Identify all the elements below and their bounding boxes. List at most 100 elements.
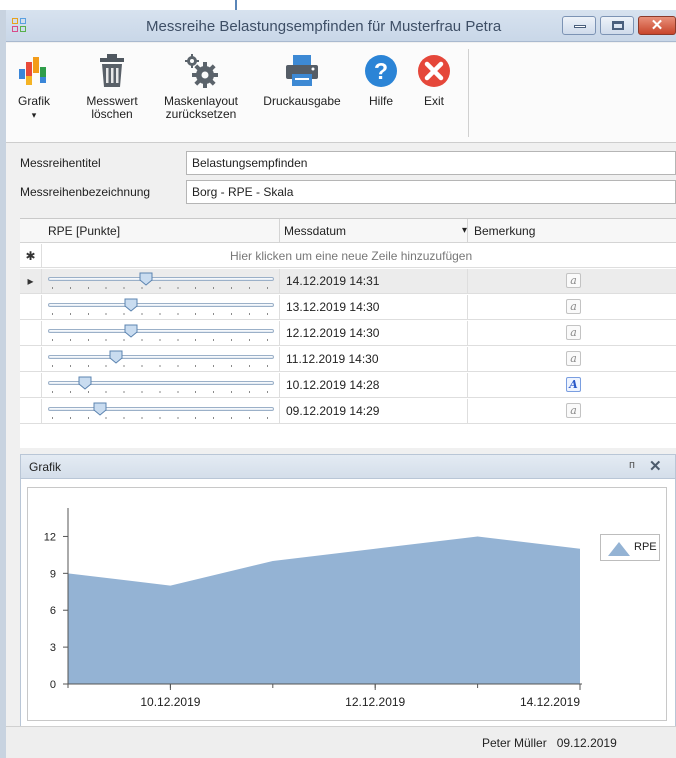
- rpe-slider[interactable]: [48, 298, 274, 317]
- x-tick-label: 12.12.2019: [345, 695, 405, 709]
- chart-panel-header: Grafik ᴨ ✕: [21, 455, 675, 479]
- note-icon[interactable]: a: [566, 273, 581, 288]
- minimize-button[interactable]: [562, 16, 596, 35]
- slider-ticks: [52, 391, 270, 393]
- column-divider: [279, 347, 280, 371]
- rpe-slider[interactable]: [48, 402, 274, 421]
- row-indicator: ▸: [20, 269, 42, 293]
- x-tick-label: 10.12.2019: [140, 695, 200, 709]
- rpe-slider[interactable]: [48, 272, 274, 291]
- exit-button[interactable]: Exit: [416, 53, 452, 108]
- column-divider: [279, 321, 280, 345]
- name-input[interactable]: Borg - RPE - Skala: [186, 180, 676, 204]
- title-input[interactable]: Belastungsempfinden: [186, 151, 676, 175]
- column-divider: [467, 321, 468, 345]
- title-label: Messreihentitel: [20, 156, 101, 170]
- column-rpe-header[interactable]: RPE [Punkte]: [48, 224, 120, 238]
- desktop-background: [0, 0, 676, 10]
- column-divider: [467, 219, 468, 243]
- column-note-header[interactable]: Bemerkung: [474, 224, 535, 238]
- help-icon: ?: [363, 53, 399, 89]
- slider-thumb[interactable]: [78, 376, 92, 390]
- y-tick-label: 0: [50, 679, 56, 691]
- measurement-date: 10.12.2019 14:28: [286, 378, 380, 392]
- slider-ticks: [52, 287, 270, 289]
- new-row[interactable]: ✱ Hier klicken um eine neue Zeile hinzuz…: [20, 244, 676, 268]
- maximize-button[interactable]: [600, 16, 634, 35]
- grafik-button[interactable]: Grafik ▾: [12, 53, 56, 122]
- printer-icon: [284, 53, 320, 89]
- bar-chart-icon: [16, 53, 52, 89]
- y-tick-label: 6: [50, 605, 56, 617]
- title-bar[interactable]: Messreihe Belastungsempfinden für Muster…: [6, 10, 676, 42]
- maximize-icon: [612, 21, 624, 30]
- reset-label-line2: zurücksetzen: [165, 107, 237, 121]
- name-field-row: Messreihenbezeichnung Borg - RPE - Skala: [20, 179, 676, 208]
- column-divider: [467, 295, 468, 319]
- help-label: Hilfe: [368, 94, 393, 108]
- exit-label: Exit: [423, 94, 444, 108]
- slider-track: [48, 355, 274, 359]
- column-divider: [279, 269, 280, 293]
- rpe-slider[interactable]: [48, 376, 274, 395]
- legend-triangle-icon: [608, 542, 630, 556]
- delete-measurement-button[interactable]: Messwert löschen: [78, 53, 146, 121]
- row-indicator: [20, 399, 42, 423]
- slider-ticks: [52, 339, 270, 341]
- slider-thumb[interactable]: [124, 298, 138, 312]
- column-divider: [279, 219, 280, 243]
- app-window: Messreihe Belastungsempfinden für Muster…: [0, 10, 676, 758]
- row-indicator: [20, 295, 42, 319]
- chart-panel: Grafik ᴨ ✕ 0 3 6 9 12 10.12.2019 12.12.2019 14.…: [20, 454, 676, 728]
- note-icon[interactable]: A: [566, 377, 581, 392]
- column-date-header[interactable]: Messdatum: [284, 224, 346, 238]
- table-row[interactable]: 12.12.2019 14:30 a: [20, 321, 676, 346]
- close-button[interactable]: ✕: [638, 16, 676, 35]
- x-tick-label: 14.12.2019: [520, 695, 580, 709]
- note-icon[interactable]: a: [566, 403, 581, 418]
- table-row[interactable]: 10.12.2019 14:28 A: [20, 373, 676, 398]
- panel-close-icon[interactable]: ✕: [649, 457, 662, 475]
- measurement-date: 11.12.2019 14:30: [286, 352, 379, 366]
- note-icon[interactable]: a: [566, 351, 581, 366]
- chevron-down-icon: ▾: [31, 110, 37, 120]
- chart-panel-title: Grafik: [29, 460, 62, 474]
- rpe-slider[interactable]: [48, 350, 274, 369]
- chart-area: 0 3 6 9 12 10.12.2019 12.12.2019 14.12.2019 RPE: [27, 487, 667, 721]
- ribbon-toolbar: Grafik ▾ Messwert löschen Maskenlayout z…: [6, 43, 676, 143]
- slider-thumb[interactable]: [139, 272, 153, 286]
- trash-icon: [94, 53, 130, 89]
- delete-label-line2: löschen: [91, 107, 133, 121]
- app-icon: [12, 18, 26, 32]
- column-divider: [279, 373, 280, 397]
- window-title: Messreihe Belastungsempfinden für Muster…: [146, 18, 502, 35]
- table-row[interactable]: ▸ 14.12.2019 14:31 a: [20, 269, 676, 294]
- series-fields: Messreihentitel Belastungsempfinden Mess…: [20, 150, 676, 208]
- status-date: 09.12.2019: [556, 736, 617, 750]
- pin-icon[interactable]: ᴨ: [629, 459, 635, 471]
- note-icon[interactable]: a: [566, 299, 581, 314]
- chart-legend: RPE: [600, 534, 660, 561]
- status-user: Peter Müller: [482, 736, 547, 750]
- table-row[interactable]: 09.12.2019 14:29 a: [20, 399, 676, 424]
- measurement-date: 12.12.2019 14:30: [286, 326, 380, 340]
- slider-ticks: [52, 313, 270, 315]
- new-row-icon: ✱: [20, 244, 42, 267]
- column-divider: [467, 373, 468, 397]
- minimize-icon: [574, 25, 586, 28]
- table-row[interactable]: 13.12.2019 14:30 a: [20, 295, 676, 320]
- measurement-grid: RPE [Punkte] Messdatum ▾ Bemerkung ✱ Hie…: [20, 218, 676, 448]
- slider-track: [48, 407, 274, 411]
- reset-layout-button[interactable]: Maskenlayout zurücksetzen: [158, 53, 244, 121]
- help-button[interactable]: ? Hilfe: [362, 53, 400, 108]
- slider-thumb[interactable]: [124, 324, 138, 338]
- note-icon[interactable]: a: [566, 325, 581, 340]
- column-divider: [467, 399, 468, 423]
- print-button[interactable]: Druckausgabe: [260, 53, 344, 108]
- rpe-slider[interactable]: [48, 324, 274, 343]
- table-row[interactable]: 11.12.2019 14:30 a: [20, 347, 676, 372]
- grafik-label: Grafik: [17, 94, 50, 108]
- slider-thumb[interactable]: [109, 350, 123, 364]
- slider-thumb[interactable]: [93, 402, 107, 416]
- print-label: Druckausgabe: [263, 94, 341, 108]
